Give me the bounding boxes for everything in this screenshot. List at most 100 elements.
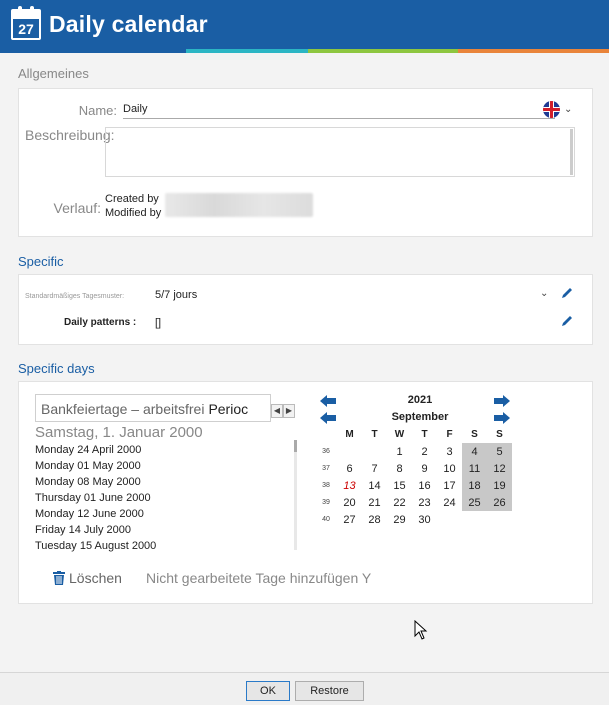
calendar-day[interactable]: 3 bbox=[437, 443, 462, 460]
calendar-day[interactable]: 20 bbox=[337, 494, 362, 511]
calendar-day[interactable]: 7 bbox=[362, 460, 387, 477]
calendar-day[interactable]: 18 bbox=[462, 477, 487, 494]
week-number: 40 bbox=[322, 516, 330, 523]
trash-icon[interactable] bbox=[53, 571, 65, 585]
calendar-day[interactable]: 22 bbox=[387, 494, 412, 511]
standard-pattern-label: Standardmäßiges Tagesmuster: bbox=[25, 293, 125, 300]
calendar-day[interactable]: 6 bbox=[337, 460, 362, 477]
calendar-day[interactable]: 21 bbox=[362, 494, 387, 511]
next-month-arrow-icon[interactable] bbox=[493, 412, 511, 424]
calendar-day[interactable]: 1 bbox=[387, 443, 412, 460]
general-panel: Name: Daily ⌄ Beschreibung: Verlauf: Cre… bbox=[18, 88, 593, 237]
uk-flag-icon[interactable] bbox=[543, 101, 560, 118]
weekday-header: W bbox=[394, 429, 405, 440]
standard-pattern-select[interactable]: 5/7 jours bbox=[155, 289, 197, 301]
calendar-week-row: 40 27 28 29 30 bbox=[315, 511, 512, 528]
name-label: Name: bbox=[78, 103, 117, 118]
delete-button[interactable]: Löschen bbox=[69, 570, 122, 586]
specific-days-panel: Bankfeiertage – arbeitsfrei Perioc ◀ ▶ Sa… bbox=[18, 381, 593, 604]
scroll-left-arrow-icon[interactable]: ◀ bbox=[271, 404, 283, 418]
calendar-day[interactable]: 24 bbox=[437, 494, 462, 511]
redacted-user-info bbox=[165, 193, 313, 217]
calendar-empty-cell bbox=[487, 511, 512, 528]
calendar-empty-cell bbox=[362, 443, 387, 460]
title-stripe-blue bbox=[0, 49, 186, 53]
weekday-header: S bbox=[471, 429, 478, 440]
description-textarea[interactable] bbox=[105, 127, 575, 177]
edit-standard-pattern-pencil-icon[interactable] bbox=[560, 286, 574, 300]
restore-button[interactable]: Restore bbox=[295, 681, 364, 701]
prev-month-arrow-icon[interactable] bbox=[319, 412, 337, 424]
scroll-arrows: ◀ ▶ bbox=[271, 404, 295, 418]
list-item[interactable]: Tuesday 15 August 2000 bbox=[35, 538, 295, 554]
next-year-arrow-icon[interactable] bbox=[493, 395, 511, 407]
calendar-day[interactable]: 23 bbox=[412, 494, 437, 511]
calendar-day[interactable]: 15 bbox=[387, 477, 412, 494]
name-field[interactable]: Daily bbox=[123, 101, 555, 119]
calendar-day[interactable]: 28 bbox=[362, 511, 387, 528]
daily-patterns-value: [] bbox=[155, 317, 162, 329]
weekday-header: T bbox=[421, 429, 428, 440]
specific-days-list: Monday 24 April 2000 Monday 01 May 2000 … bbox=[35, 442, 295, 554]
calendar-day[interactable]: 27 bbox=[337, 511, 362, 528]
modified-by-label: Modified by bbox=[105, 207, 162, 219]
list-scrollbar[interactable] bbox=[294, 440, 297, 550]
add-non-working-days-button[interactable]: Nicht gearbeitete Tage hinzufügen Y bbox=[146, 570, 371, 586]
weekday-header: M bbox=[345, 429, 354, 440]
calendar-body: 36 1 2 3 4 5 37 6 7 8 9 10 11 12 38 13 14 15 16 17 18 19 39 20 2… bbox=[315, 443, 512, 528]
title-stripe-teal bbox=[186, 49, 308, 53]
calendar-day[interactable]: 13 bbox=[337, 477, 362, 494]
mouse-cursor-icon bbox=[414, 620, 428, 640]
week-number: 37 bbox=[322, 465, 330, 472]
ok-button[interactable]: OK bbox=[246, 681, 290, 701]
list-item[interactable]: Monday 12 June 2000 bbox=[35, 506, 295, 522]
calendar-day[interactable]: 12 bbox=[487, 460, 512, 477]
list-item[interactable]: Monday 08 May 2000 bbox=[35, 474, 295, 490]
period-label: Perioc bbox=[208, 401, 249, 417]
scroll-right-arrow-icon[interactable]: ▶ bbox=[283, 404, 295, 418]
calendar-week-row: 37 6 7 8 9 10 11 12 bbox=[315, 460, 512, 477]
selected-date: Samstag, 1. Januar 2000 bbox=[35, 424, 203, 441]
week-number-header bbox=[315, 426, 337, 443]
language-chevron-down-icon[interactable]: ⌄ bbox=[564, 104, 572, 115]
calendar-day[interactable]: 14 bbox=[362, 477, 387, 494]
month-calendar: 2021 September M T W T F S S 36 1 2 3 4 5 37 6 7… bbox=[315, 392, 515, 542]
edit-daily-patterns-pencil-icon[interactable] bbox=[560, 314, 574, 328]
section-specific-days-label: Specific days bbox=[18, 361, 95, 376]
prev-year-arrow-icon[interactable] bbox=[319, 395, 337, 407]
calendar-day[interactable]: 26 bbox=[487, 494, 512, 511]
calendar-day[interactable]: 2 bbox=[412, 443, 437, 460]
calendar-day[interactable]: 8 bbox=[387, 460, 412, 477]
standard-pattern-chevron-down-icon[interactable]: ⌄ bbox=[540, 288, 548, 299]
calendar-icon: 27 bbox=[11, 6, 41, 40]
weekday-header: T bbox=[371, 429, 378, 440]
week-number: 38 bbox=[322, 482, 330, 489]
calendar-day[interactable]: 25 bbox=[462, 494, 487, 511]
list-item[interactable]: Monday 24 April 2000 bbox=[35, 442, 295, 458]
calendar-type-input[interactable]: Bankfeiertage – arbeitsfrei Perioc bbox=[35, 394, 271, 422]
calendar-year: 2021 bbox=[407, 394, 433, 406]
calendar-day[interactable]: 17 bbox=[437, 477, 462, 494]
calendar-grid: M T W T F S S 36 1 2 3 4 5 37 6 7 8 9 10 11 12 38 13 14 1… bbox=[315, 426, 512, 528]
calendar-day[interactable]: 29 bbox=[387, 511, 412, 528]
weekday-header: S bbox=[496, 429, 503, 440]
calendar-icon-number: 27 bbox=[18, 21, 34, 37]
dialog-footer: OK Restore bbox=[0, 672, 609, 705]
calendar-day[interactable]: 16 bbox=[412, 477, 437, 494]
calendar-day[interactable]: 11 bbox=[462, 460, 487, 477]
calendar-day[interactable]: 4 bbox=[462, 443, 487, 460]
calendar-day[interactable]: 10 bbox=[437, 460, 462, 477]
calendar-month: September bbox=[391, 411, 449, 423]
list-item[interactable]: Monday 01 May 2000 bbox=[35, 458, 295, 474]
title-bar: 27 Daily calendar bbox=[0, 0, 609, 49]
week-number: 36 bbox=[322, 448, 330, 455]
list-item[interactable]: Friday 14 July 2000 bbox=[35, 522, 295, 538]
calendar-day[interactable]: 19 bbox=[487, 477, 512, 494]
calendar-day[interactable]: 9 bbox=[412, 460, 437, 477]
list-item[interactable]: Thursday 01 June 2000 bbox=[35, 490, 295, 506]
calendar-day[interactable]: 30 bbox=[412, 511, 437, 528]
specific-panel: Standardmäßiges Tagesmuster: 5/7 jours ⌄… bbox=[18, 274, 593, 345]
calendar-day[interactable]: 5 bbox=[487, 443, 512, 460]
window-title: Daily calendar bbox=[49, 11, 208, 37]
title-stripe-green bbox=[308, 49, 458, 53]
